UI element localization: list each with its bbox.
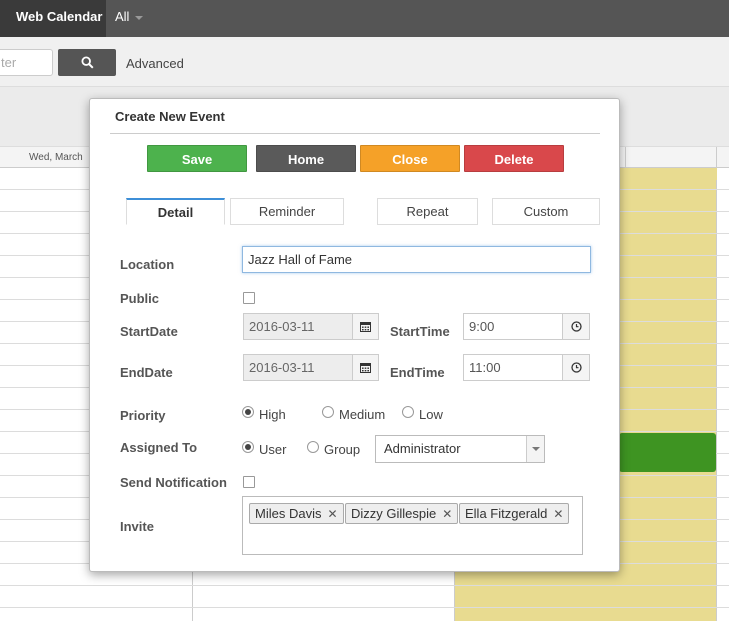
day-header: Wed, March	[29, 152, 83, 163]
assignee-value: Administrator	[384, 441, 461, 456]
assigned-user-radio[interactable]	[242, 441, 254, 453]
home-button[interactable]: Home	[256, 145, 356, 172]
assigned-group-radio[interactable]	[307, 441, 319, 453]
priority-low-radio[interactable]	[402, 406, 414, 418]
search-button[interactable]	[58, 49, 116, 76]
invitee-tag: Miles Davis ✕	[249, 503, 344, 524]
search-input[interactable]: ter	[0, 49, 53, 76]
end-time-label: EndTime	[390, 365, 445, 380]
toolbar: ter Advanced	[0, 37, 729, 87]
location-label: Location	[120, 257, 175, 272]
invite-label: Invite	[120, 519, 154, 534]
remove-icon[interactable]: ✕	[553, 507, 563, 521]
start-date-input[interactable]: 2016-03-11	[243, 313, 353, 340]
tab-detail[interactable]: Detail	[126, 198, 225, 225]
end-time-picker-button[interactable]	[562, 354, 590, 381]
close-button[interactable]: Close	[360, 145, 460, 172]
tab-reminder[interactable]: Reminder	[230, 198, 344, 225]
location-input[interactable]: Jazz Hall of Fame	[242, 246, 591, 273]
assigned-to-label: Assigned To	[120, 440, 198, 455]
end-date-input[interactable]: 2016-03-11	[243, 354, 353, 381]
start-time-picker-button[interactable]	[562, 313, 590, 340]
priority-high-radio[interactable]	[242, 406, 254, 418]
invitee-name: Ella Fitzgerald	[465, 506, 548, 521]
send-notification-checkbox[interactable]	[243, 476, 255, 488]
calendar-icon	[360, 322, 371, 332]
assignee-select[interactable]: Administrator	[375, 435, 545, 463]
top-navbar: Web Calendar All	[0, 0, 729, 37]
priority-high-label: High	[259, 407, 286, 422]
start-date-picker-button[interactable]	[352, 313, 379, 340]
advanced-link[interactable]: Advanced	[126, 56, 184, 71]
calendar-icon	[360, 363, 371, 373]
priority-label: Priority	[120, 408, 166, 423]
public-label: Public	[120, 291, 160, 306]
chevron-down-icon	[526, 436, 544, 462]
assigned-group-label: Group	[324, 442, 361, 457]
public-checkbox[interactable]	[243, 292, 255, 304]
divider	[110, 133, 600, 134]
chevron-down-icon	[135, 15, 144, 20]
dialog-title: Create New Event	[115, 109, 225, 124]
remove-icon[interactable]: ✕	[327, 507, 337, 521]
calendar-event[interactable]	[619, 433, 716, 472]
start-time-label: StartTime	[390, 324, 450, 339]
create-event-dialog: Create New Event Save Home Close Delete …	[89, 98, 620, 572]
assigned-user-label: User	[259, 442, 287, 457]
save-button[interactable]: Save	[147, 145, 247, 172]
start-time-input[interactable]: 9:00	[463, 313, 563, 340]
calendar-column-header	[625, 147, 717, 168]
tab-custom[interactable]: Custom	[492, 198, 600, 225]
filter-label: All	[115, 9, 130, 24]
send-notification-label: Send Notification	[120, 475, 227, 490]
invite-input[interactable]: Miles Davis ✕ Dizzy Gillespie ✕ Ella Fitzg…	[242, 496, 583, 555]
delete-button[interactable]: Delete	[464, 145, 564, 172]
brand-title[interactable]: Web Calendar	[0, 0, 106, 37]
priority-medium-radio[interactable]	[322, 406, 334, 418]
priority-low-label: Low	[419, 407, 443, 422]
clock-icon	[570, 362, 582, 373]
search-icon	[80, 56, 94, 69]
invitee-tag: Ella Fitzgerald ✕	[459, 503, 570, 524]
filter-dropdown[interactable]: All	[106, 0, 144, 37]
start-date-label: StartDate	[120, 324, 178, 339]
invitee-name: Dizzy Gillespie	[351, 506, 437, 521]
remove-icon[interactable]: ✕	[442, 507, 452, 521]
end-time-input[interactable]: 11:00	[463, 354, 563, 381]
invitee-tag: Dizzy Gillespie ✕	[345, 503, 459, 524]
invitee-name: Miles Davis	[255, 506, 322, 521]
end-date-picker-button[interactable]	[352, 354, 379, 381]
tab-repeat[interactable]: Repeat	[377, 198, 478, 225]
clock-icon	[570, 321, 582, 332]
end-date-label: EndDate	[120, 365, 173, 380]
priority-medium-label: Medium	[339, 407, 386, 422]
